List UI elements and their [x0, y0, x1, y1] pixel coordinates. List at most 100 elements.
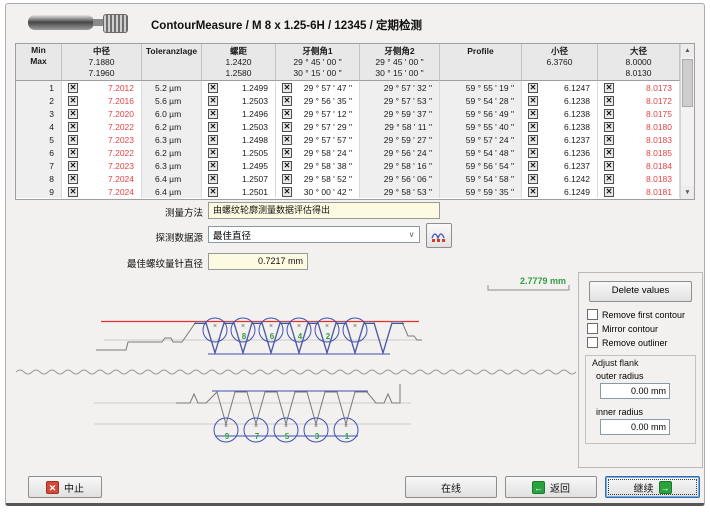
table-row[interactable]: 7✕7.20236.3 µm✕1.2495✕29 ° 58 ' 38 "29 °… — [16, 159, 680, 172]
value-checkbox-icon[interactable]: ✕ — [604, 109, 614, 119]
value-checkbox-icon[interactable]: ✕ — [604, 161, 614, 171]
remove-first-contour-checkbox[interactable]: Remove first contour — [587, 309, 702, 320]
table-row[interactable]: 8✕7.20246.4 µm✕1.2507✕29 ° 58 ' 52 "29 °… — [16, 172, 680, 185]
value-checkbox-icon[interactable]: ✕ — [282, 187, 292, 197]
cell-value: 29 ° 58 ' 16 " — [360, 161, 439, 171]
value-checkbox-icon[interactable]: ✕ — [528, 148, 538, 158]
mirror-contour-checkbox[interactable]: Mirror contour — [587, 323, 702, 334]
value-checkbox-icon[interactable]: ✕ — [528, 83, 538, 93]
value-checkbox-icon[interactable]: ✕ — [208, 174, 218, 184]
value-checkbox-icon[interactable]: ✕ — [604, 148, 614, 158]
value-checkbox-icon[interactable]: ✕ — [68, 187, 78, 197]
table-cell-profile: 59 ° 54 ' 58 " — [440, 172, 522, 185]
table-row[interactable]: 5✕7.20236.3 µm✕1.2498✕29 ° 57 ' 57 "29 °… — [16, 133, 680, 146]
value-checkbox-icon[interactable]: ✕ — [208, 161, 218, 171]
method-label: 测量方法 — [6, 205, 203, 219]
table-cell-d1: ✕6.1238 — [522, 94, 598, 107]
wire-diameter-field[interactable]: 0.7217 mm — [208, 253, 308, 270]
thread-gauge-icon — [28, 12, 132, 34]
value-checkbox-icon[interactable]: ✕ — [528, 96, 538, 106]
scroll-thumb[interactable] — [682, 59, 693, 107]
abort-button[interactable]: ✕ 中止 — [28, 476, 102, 498]
value-checkbox-icon[interactable]: ✕ — [68, 96, 78, 106]
table-scrollbar[interactable]: ▲ ▼ — [680, 44, 694, 199]
lower-measure-circle[interactable]: ×1 — [334, 418, 358, 442]
cell-value: 6.2 µm — [142, 122, 201, 132]
value-checkbox-icon[interactable]: ✕ — [528, 161, 538, 171]
cell-value: 8.0185 — [614, 148, 679, 158]
value-checkbox-icon[interactable]: ✕ — [208, 148, 218, 158]
source-dropdown[interactable]: 最佳直径 ∨ — [208, 226, 420, 243]
value-checkbox-icon[interactable]: ✕ — [282, 83, 292, 93]
value-checkbox-icon[interactable]: ✕ — [528, 187, 538, 197]
table-row[interactable]: 2✕7.20165.6 µm✕1.2503✕29 ° 56 ' 35 "29 °… — [16, 94, 680, 107]
value-checkbox-icon[interactable]: ✕ — [604, 83, 614, 93]
value-checkbox-icon[interactable]: ✕ — [528, 174, 538, 184]
inner-radius-field[interactable]: 0.00 mm — [600, 419, 670, 435]
value-checkbox-icon[interactable]: ✕ — [208, 109, 218, 119]
value-checkbox-icon[interactable]: ✕ — [604, 122, 614, 132]
value-checkbox-icon[interactable]: ✕ — [68, 109, 78, 119]
value-checkbox-icon[interactable]: ✕ — [282, 174, 292, 184]
table-row[interactable]: 6✕7.20226.2 µm✕1.2505✕29 ° 58 ' 24 "29 °… — [16, 146, 680, 159]
table-cell-pitch: ✕1.2495 — [202, 159, 276, 172]
lower-measure-circle[interactable]: ×7 — [244, 418, 268, 442]
lower-measure-circle[interactable]: ×9 — [214, 418, 238, 442]
gauge-threaded-tip — [103, 14, 128, 33]
remove-outliner-checkbox[interactable]: Remove outliner — [587, 337, 702, 348]
value-checkbox-icon[interactable]: ✕ — [282, 148, 292, 158]
next-button[interactable]: 继续 → — [605, 476, 700, 498]
value-checkbox-icon[interactable]: ✕ — [68, 135, 78, 145]
value-checkbox-icon[interactable]: ✕ — [528, 109, 538, 119]
back-button[interactable]: ← 返回 — [505, 476, 597, 498]
cell-value: 29 ° 58 ' 53 " — [360, 187, 439, 197]
outer-radius-field[interactable]: 0.00 mm — [600, 383, 670, 399]
table-row[interactable]: 9✕7.20246.4 µm✕1.2501✕30 ° 00 ' 42 "29 °… — [16, 185, 680, 198]
value-checkbox-icon[interactable]: ✕ — [68, 148, 78, 158]
value-checkbox-icon[interactable]: ✕ — [282, 161, 292, 171]
table-header-cell: Profile — [440, 44, 522, 81]
value-checkbox-icon[interactable]: ✕ — [282, 122, 292, 132]
value-checkbox-icon[interactable]: ✕ — [604, 174, 614, 184]
delete-values-button[interactable]: Delete values — [589, 281, 692, 302]
table-row[interactable]: 3✕7.20206.0 µm✕1.2496✕29 ° 57 ' 12 "29 °… — [16, 107, 680, 120]
value-checkbox-icon[interactable]: ✕ — [68, 174, 78, 184]
table-cell-num: 8 — [16, 172, 62, 185]
value-checkbox-icon[interactable]: ✕ — [68, 122, 78, 132]
profile-points-button[interactable] — [426, 223, 452, 248]
online-button[interactable]: 在线 — [405, 476, 497, 498]
value-checkbox-icon[interactable]: ✕ — [528, 122, 538, 132]
checkbox-icon[interactable] — [587, 323, 598, 334]
value-checkbox-icon[interactable]: ✕ — [604, 135, 614, 145]
table-row[interactable]: 1✕7.20125.2 µm✕1.2499✕29 ° 57 ' 47 "29 °… — [16, 81, 680, 94]
table-cell-pitch: ✕1.2499 — [202, 81, 276, 94]
value-checkbox-icon[interactable]: ✕ — [208, 135, 218, 145]
cell-value: 59 ° 55 ' 40 " — [440, 122, 521, 132]
lower-measure-circle[interactable]: ×5 — [274, 418, 298, 442]
table-cell-d2: ✕7.2024 — [62, 172, 142, 185]
value-checkbox-icon[interactable]: ✕ — [282, 96, 292, 106]
value-checkbox-icon[interactable]: ✕ — [282, 109, 292, 119]
value-checkbox-icon[interactable]: ✕ — [208, 83, 218, 93]
checkbox-icon[interactable] — [587, 309, 598, 320]
value-checkbox-icon[interactable]: ✕ — [604, 187, 614, 197]
cell-value: 7.2022 — [78, 122, 141, 132]
method-field[interactable]: 由螺纹轮廓测量数据评估得出 — [208, 202, 440, 219]
checkbox-icon[interactable] — [587, 337, 598, 348]
lower-measure-circle[interactable]: ×3 — [304, 418, 328, 442]
value-checkbox-icon[interactable]: ✕ — [528, 135, 538, 145]
value-checkbox-icon[interactable]: ✕ — [604, 96, 614, 106]
value-checkbox-icon[interactable]: ✕ — [282, 135, 292, 145]
value-checkbox-icon[interactable]: ✕ — [208, 96, 218, 106]
table-cell-profile: 59 ° 55 ' 19 " — [440, 81, 522, 94]
value-checkbox-icon[interactable]: ✕ — [208, 187, 218, 197]
scroll-down-button[interactable]: ▼ — [681, 186, 694, 199]
value-checkbox-icon[interactable]: ✕ — [68, 161, 78, 171]
scroll-up-button[interactable]: ▲ — [681, 44, 694, 57]
value-checkbox-icon[interactable]: ✕ — [208, 122, 218, 132]
table-row[interactable]: 4✕7.20226.2 µm✕1.2503✕29 ° 57 ' 29 "29 °… — [16, 120, 680, 133]
table-cell-d: ✕8.0172 — [598, 94, 680, 107]
value-checkbox-icon[interactable]: ✕ — [68, 83, 78, 93]
table-cell-d: ✕8.0185 — [598, 146, 680, 159]
scroll-track[interactable] — [681, 57, 694, 186]
